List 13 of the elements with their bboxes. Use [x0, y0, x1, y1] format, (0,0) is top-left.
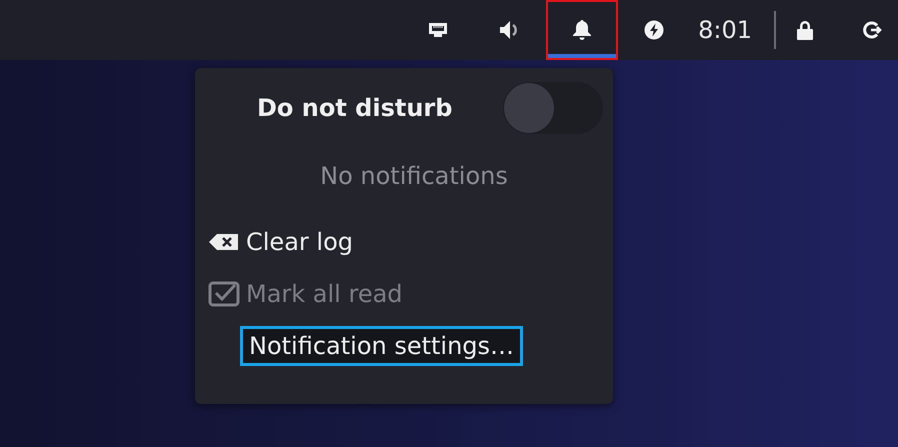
indicator-button[interactable] [546, 0, 618, 60]
lock-icon[interactable] [796, 19, 814, 41]
clock: 8:01 [698, 15, 752, 46]
bell-icon [572, 19, 592, 41]
ethernet-icon [428, 22, 448, 38]
empty-message: No notifications [320, 161, 508, 192]
backspace-icon [208, 232, 240, 252]
do-not-disturb-label: Do not disturb [257, 93, 452, 124]
menu-item[interactable]: Clear log [205, 222, 356, 262]
lightning-icon [644, 20, 664, 40]
logout-icon[interactable] [862, 20, 882, 40]
menu-item[interactable]: Notification settings… [240, 326, 524, 366]
checkbox-icon [208, 281, 240, 307]
